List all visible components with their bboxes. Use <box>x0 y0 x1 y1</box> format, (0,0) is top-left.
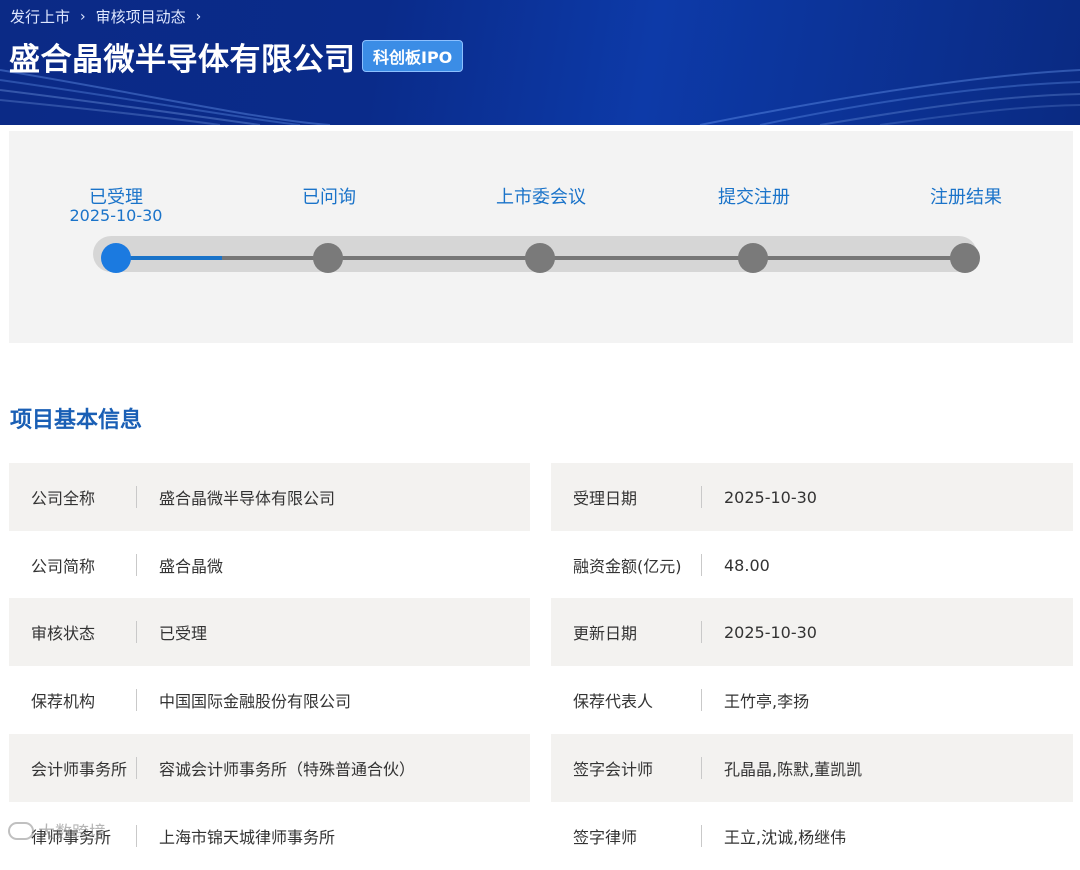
breadcrumb: 发行上市 › 审核项目动态 › <box>10 6 201 27</box>
info-value: 盛合晶微 <box>159 557 224 576</box>
info-label: 保荐代表人 <box>573 692 654 711</box>
info-label: 融资金额(亿元) <box>573 557 682 576</box>
divider <box>136 554 137 576</box>
info-value: 王竹亭,李扬 <box>724 692 810 711</box>
divider <box>136 621 137 643</box>
step-label-submit-registration: 提交注册 <box>718 187 790 208</box>
divider <box>701 689 702 711</box>
step-node-registration-result <box>950 243 980 273</box>
info-value: 盛合晶微半导体有限公司 <box>159 489 336 508</box>
header-banner: 发行上市 › 审核项目动态 › 盛合晶微半导体有限公司 科创板IPO <box>0 0 1080 125</box>
watermark: 大数跨境 <box>8 818 106 843</box>
info-row-update-date: 更新日期 2025-10-30 <box>551 598 1073 666</box>
divider <box>701 554 702 576</box>
step-label-listing-committee: 上市委会议 <box>496 187 586 208</box>
section-title: 项目基本信息 <box>10 408 143 433</box>
info-value: 上海市锦天城律师事务所 <box>159 828 336 847</box>
info-row-accept-date: 受理日期 2025-10-30 <box>551 463 1073 531</box>
step-node-listing-committee <box>525 243 555 273</box>
info-row-signing-accountants: 签字会计师 孔晶晶,陈默,董凯凯 <box>551 734 1073 802</box>
info-value: 已受理 <box>159 624 208 643</box>
info-label: 保荐机构 <box>31 692 96 711</box>
board-badge: 科创板IPO <box>362 40 464 72</box>
divider <box>701 825 702 847</box>
step-date-accepted: 2025-10-30 <box>69 206 163 225</box>
breadcrumb-item-review-status[interactable]: 审核项目动态 <box>96 6 186 27</box>
info-row-company-full-name: 公司全称 盛合晶微半导体有限公司 <box>9 463 530 531</box>
divider <box>136 757 137 779</box>
info-row-company-short-name: 公司简称 盛合晶微 <box>9 531 530 599</box>
step-node-inquired <box>313 243 343 273</box>
step-node-submit-registration <box>738 243 768 273</box>
page-title: 盛合晶微半导体有限公司 <box>9 42 356 78</box>
info-label: 签字律师 <box>573 828 638 847</box>
info-row-sponsor-reps: 保荐代表人 王竹亭,李扬 <box>551 666 1073 734</box>
info-value: 容诚会计师事务所（特殊普通合伙） <box>159 760 416 779</box>
info-row-review-status: 审核状态 已受理 <box>9 598 530 666</box>
info-value: 孔晶晶,陈默,董凯凯 <box>724 760 863 779</box>
info-label: 审核状态 <box>31 624 96 643</box>
info-label: 更新日期 <box>573 624 638 643</box>
step-label-inquired: 已问询 <box>302 187 356 208</box>
info-row-financing-amount: 融资金额(亿元) 48.00 <box>551 531 1073 599</box>
info-label: 受理日期 <box>573 489 638 508</box>
chevron-right-icon: › <box>80 8 86 25</box>
info-label: 会计师事务所 <box>31 760 128 779</box>
step-label-registration-result: 注册结果 <box>930 187 1002 208</box>
info-label: 公司全称 <box>31 489 96 508</box>
watermark-logo-icon <box>8 821 34 840</box>
watermark-text: 大数跨境 <box>38 823 106 843</box>
divider <box>701 486 702 508</box>
info-row-accounting-firm: 会计师事务所 容诚会计师事务所（特殊普通合伙） <box>9 734 530 802</box>
progress-fill <box>116 256 222 260</box>
info-value: 王立,沈诚,杨继伟 <box>724 828 847 847</box>
step-node-accepted <box>101 243 131 273</box>
divider <box>701 621 702 643</box>
divider <box>136 689 137 711</box>
info-row-signing-lawyers: 签字律师 王立,沈诚,杨继伟 <box>551 802 1073 870</box>
info-label: 签字会计师 <box>573 760 654 779</box>
breadcrumb-item-listing[interactable]: 发行上市 <box>10 6 70 27</box>
info-row-sponsor: 保荐机构 中国国际金融股份有限公司 <box>9 666 530 734</box>
divider <box>701 757 702 779</box>
info-value: 2025-10-30 <box>724 622 817 642</box>
info-value: 中国国际金融股份有限公司 <box>159 692 352 711</box>
divider <box>136 486 137 508</box>
info-value: 48.00 <box>724 555 770 575</box>
info-label: 公司简称 <box>31 557 96 576</box>
chevron-right-icon: › <box>195 8 202 25</box>
divider <box>136 825 137 847</box>
info-value: 2025-10-30 <box>724 487 817 507</box>
